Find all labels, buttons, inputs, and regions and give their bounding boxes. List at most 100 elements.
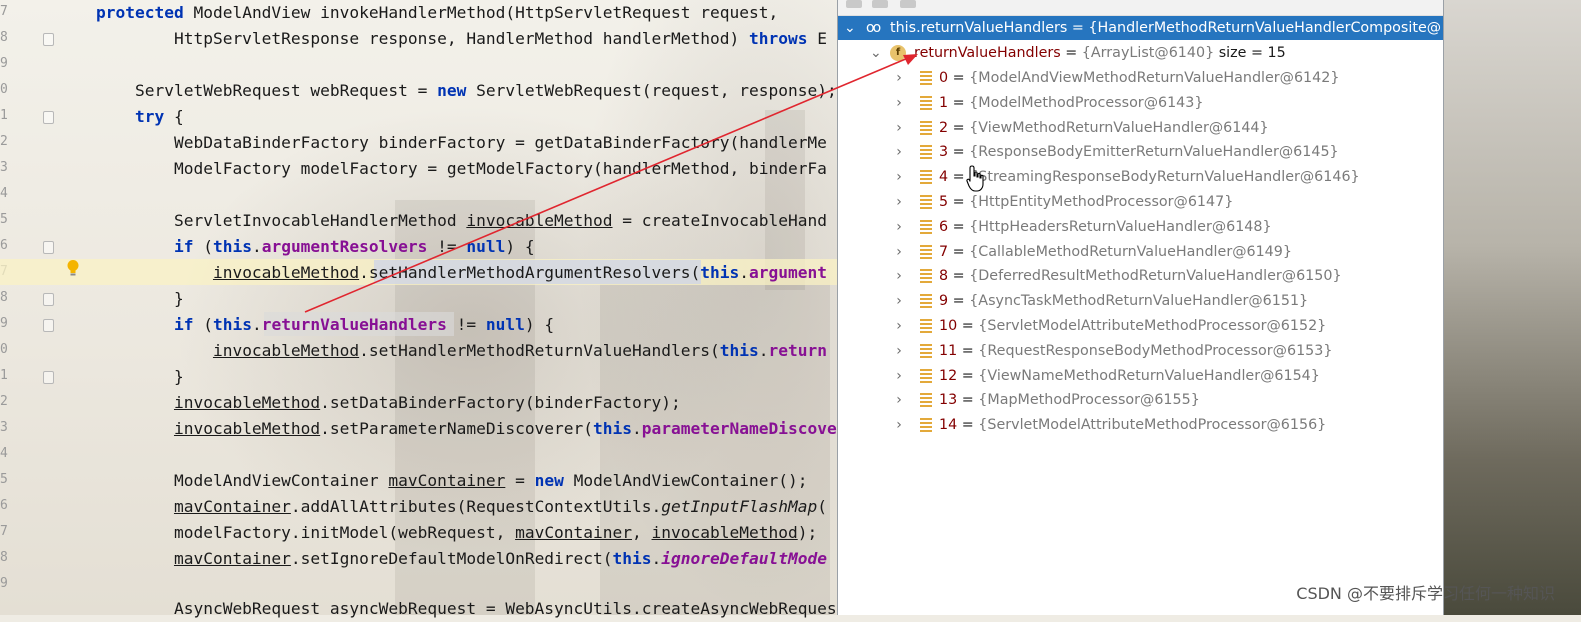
item-index: 7 [939,243,949,260]
fold-marker[interactable] [43,33,54,46]
tree-item-row[interactable]: › 8 = {DeferredResultMethodReturnValueHan… [838,264,1443,288]
code-variable: invocableMethod [173,393,321,412]
code-line[interactable]: } [96,286,184,312]
code-line[interactable]: ServletWebRequest webRequest = new Servl… [96,78,837,104]
chevron-right-icon[interactable]: › [894,91,904,115]
code-line[interactable]: modelFactory.initModel(webRequest, mavCo… [96,520,817,546]
tree-item-row[interactable]: › 10 = {ServletModelAttributeMethodProces… [838,314,1443,338]
variable-value: {ServletModelAttributeMethodProcessor@61… [978,417,1327,434]
code-variable: mavContainer [173,549,291,568]
code-text: != [427,237,467,256]
equals-sign: = [948,218,970,235]
fold-marker[interactable] [43,371,54,384]
code-variable: invocableMethod [651,523,798,542]
field-icon: f [890,45,906,61]
variable-value: {RequestResponseBodyMethodProcessor@6153… [978,342,1333,359]
code-line[interactable]: ModelAndViewContainer mavContainer = new… [96,468,808,494]
tree-item-row[interactable]: › 5 = {HttpEntityMethodProcessor@6147} [838,190,1443,214]
tree-root-row[interactable]: ⌄ oo this.returnValueHandlers = {Handler… [838,16,1443,40]
code-line[interactable]: if (this.argumentResolvers != null) { [96,234,535,260]
equals-sign: = [948,119,970,136]
line-number: 7 [0,4,8,19]
list-item-icon [920,418,932,433]
chevron-right-icon[interactable]: › [894,339,904,363]
fold-marker[interactable] [43,293,54,306]
tree-item-row[interactable]: › 0 = {ModelAndViewMethodReturnValueHandl… [838,66,1443,90]
tree-item-row[interactable]: › 12 = {ViewNameMethodReturnValueHandler@… [838,364,1443,388]
code-text: ModelAndViewContainer [96,471,389,490]
line-number: 7 [0,524,8,539]
variable-value: {AsyncTaskMethodReturnValueHandler@6151} [969,293,1309,310]
code-line[interactable]: invocableMethod.setDataBinderFactory(bin… [96,390,681,416]
line-number: 8 [0,290,8,305]
equals-sign: = [948,194,970,210]
toolbar-button[interactable] [900,0,916,8]
tree-item-row[interactable]: › 11 = {RequestResponseBodyMethodProcesso… [838,339,1443,363]
code-text: ModelFactory modelFactory = getModelFact… [96,159,827,178]
code-line[interactable]: ModelFactory modelFactory = getModelFact… [96,156,827,182]
chevron-down-icon[interactable]: ⌄ [870,41,882,65]
code-line[interactable]: invocableMethod.setHandlerMethodReturnVa… [96,338,827,364]
chevron-down-icon[interactable]: ⌄ [844,16,856,40]
collection-size: size = 15 [1214,45,1286,61]
code-line[interactable]: ServletInvocableHandlerMethod invocableM… [96,208,827,234]
variable-value: {ServletModelAttributeMethodProcessor@61… [978,318,1327,334]
chevron-right-icon[interactable]: › [894,165,904,189]
equals-sign: = [948,70,970,86]
toolbar-button[interactable] [872,0,888,8]
tree-field-row[interactable]: ⌄ f returnValueHandlers = {ArrayList@614… [838,41,1443,65]
fold-marker[interactable] [43,241,54,254]
debugger-variables-popup[interactable]: ⌄ oo this.returnValueHandlers = {Handler… [837,0,1444,615]
code-line[interactable]: HttpServletResponse response, HandlerMet… [96,26,827,52]
chevron-right-icon[interactable]: › [894,289,904,313]
tree-item-row[interactable]: › 3 = {ResponseBodyEmitterReturnValueHand… [838,140,1443,164]
code-text: ServletWebRequest webRequest = [96,81,438,100]
chevron-right-icon[interactable]: › [894,264,904,288]
tree-item-row[interactable]: › 7 = {CallableMethodReturnValueHandler@6… [838,240,1443,264]
chevron-right-icon[interactable]: › [894,66,904,90]
fold-marker[interactable] [43,319,54,332]
code-line[interactable]: AsyncWebRequest asyncWebRequest = WebAsy… [96,596,837,622]
line-number: 8 [0,550,8,565]
chevron-right-icon[interactable]: › [894,116,904,140]
tree-item-row[interactable]: › 4 = {StreamingResponseBodyReturnValueHa… [838,165,1443,189]
code-line[interactable]: invocableMethod.setHandlerMethodArgument… [96,260,827,286]
code-text: ModelAndViewContainer(); [563,471,808,490]
code-field: returnValueHandlers [261,315,447,334]
code-line[interactable]: try { [96,104,184,130]
list-item-icon [920,368,932,383]
chevron-right-icon[interactable]: › [894,140,904,164]
code-field: argument [748,263,827,282]
toolbar-button[interactable] [846,0,862,8]
tree-item-row[interactable]: › 14 = {ServletModelAttributeMethodProces… [838,413,1443,437]
tree-item-row[interactable]: › 6 = {HttpHeadersReturnValueHandler@6148… [838,215,1443,239]
code-line[interactable]: } [96,364,184,390]
background-photo-right [1442,0,1581,615]
line-number: 9 [0,56,8,71]
code-line[interactable]: mavContainer.addAllAttributes(RequestCon… [96,494,827,520]
code-line[interactable]: protected ModelAndView invokeHandlerMeth… [96,0,778,26]
code-line[interactable]: WebDataBinderFactory binderFactory = get… [96,130,827,156]
chevron-right-icon[interactable]: › [894,388,904,412]
code-line[interactable]: invocableMethod.setParameterNameDiscover… [96,416,837,442]
chevron-right-icon[interactable]: › [894,413,904,437]
code-field: ignoreDefaultMode [661,549,827,568]
lightbulb-icon[interactable] [66,259,80,277]
code-text: = createInvocableHand [612,211,827,230]
chevron-right-icon[interactable]: › [894,314,904,338]
tree-item-row[interactable]: › 2 = {ViewMethodReturnValueHandler@6144} [838,116,1443,140]
chevron-right-icon[interactable]: › [894,364,904,388]
code-variable: invocableMethod [466,211,613,230]
chevron-right-icon[interactable]: › [894,215,904,239]
code-line[interactable]: mavContainer.setIgnoreDefaultModelOnRedi… [96,546,827,572]
tree-item-row[interactable]: › 9 = {AsyncTaskMethodReturnValueHandler@… [838,289,1443,313]
chevron-right-icon[interactable]: › [894,190,904,214]
tree-item-row[interactable]: › 1 = {ModelMethodProcessor@6143} [838,91,1443,115]
fold-marker[interactable] [43,111,54,124]
tree-item-row[interactable]: › 13 = {MapMethodProcessor@6155} [838,388,1443,412]
item-index: 0 [939,70,949,86]
code-line[interactable]: if (this.returnValueHandlers != null) { [96,312,554,338]
code-text: { [164,107,184,126]
chevron-right-icon[interactable]: › [894,240,904,264]
